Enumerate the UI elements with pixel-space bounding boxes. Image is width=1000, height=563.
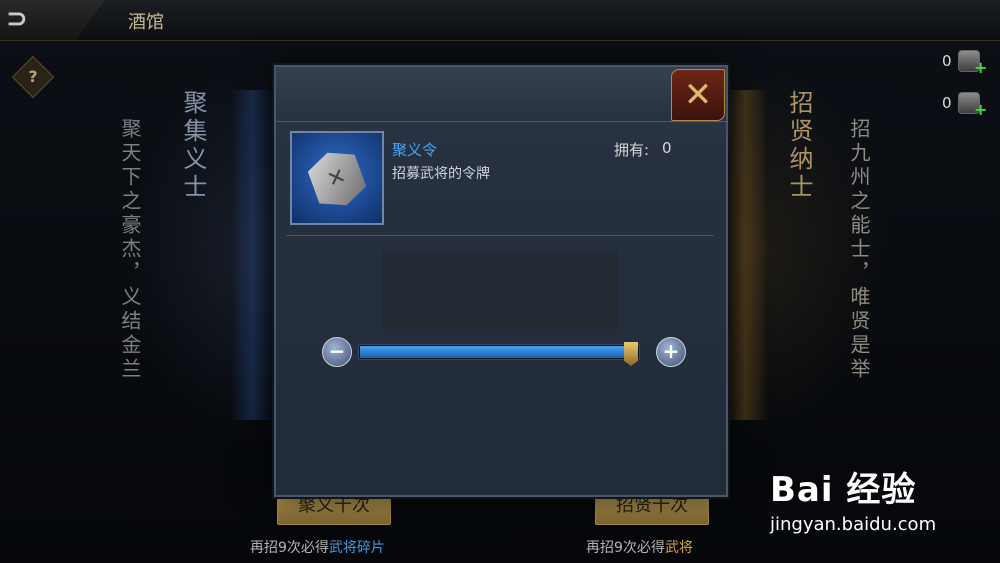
dialog-header (276, 67, 726, 122)
quantity-panel (382, 251, 618, 329)
right-note-highlight: 武将 (664, 540, 693, 556)
resource-counter-1: 0 + (942, 50, 992, 77)
slider-handle[interactable] (624, 342, 638, 366)
item-description: 招募武将的令牌 (392, 166, 490, 182)
add-resource-button[interactable]: + (974, 100, 987, 119)
left-glow (230, 90, 276, 420)
page-title: 酒馆 (128, 12, 164, 33)
watermark: Bai 经验 jingyan.baidu.com (770, 462, 980, 542)
item-icon-frame: ✕ (290, 131, 384, 225)
left-motto: 聚天下之豪杰，义结金兰 (118, 118, 142, 382)
plus-button[interactable]: + (656, 337, 686, 367)
back-icon: ⊃ (6, 4, 28, 34)
add-resource-button[interactable]: + (974, 58, 987, 77)
owned-value: 0 (662, 139, 672, 157)
help-icon: ? (28, 67, 38, 86)
watermark-url: jingyan.baidu.com (770, 514, 937, 535)
watermark-logo: Bai 经验 (770, 470, 917, 510)
left-note-highlight: 武将碎片 (328, 540, 385, 556)
token-icon: ✕ (304, 144, 370, 214)
slider-fill (360, 346, 635, 358)
item-use-dialog: ✕ ✕ 聚义令 招募武将的令牌 拥有: 0 − + (274, 65, 728, 497)
top-bar: ⊃ 酒馆 (0, 0, 1000, 41)
left-heading: 聚集义士 (179, 90, 207, 202)
left-note: 再招9次必得武将碎片 (250, 537, 385, 557)
right-note-prefix: 再招9次必得 (586, 540, 665, 556)
right-heading: 招贤纳士 (785, 90, 813, 202)
right-note: 再招9次必得武将 (586, 537, 693, 557)
owned-label: 拥有: (614, 141, 650, 159)
resource-count: 0 (942, 52, 952, 70)
close-icon: ✕ (683, 75, 713, 115)
minus-button[interactable]: − (322, 337, 352, 367)
close-button[interactable]: ✕ (671, 69, 725, 121)
item-name: 聚义令 (392, 141, 438, 159)
resource-count: 0 (942, 94, 952, 112)
resource-counter-2: 0 + (942, 92, 992, 119)
quantity-slider[interactable] (358, 342, 640, 366)
right-glow (722, 90, 768, 420)
back-button[interactable]: ⊃ (0, 0, 105, 40)
left-note-prefix: 再招9次必得 (250, 540, 329, 556)
right-motto: 招九州之能士，唯贤是举 (847, 118, 871, 382)
divider (286, 235, 714, 236)
